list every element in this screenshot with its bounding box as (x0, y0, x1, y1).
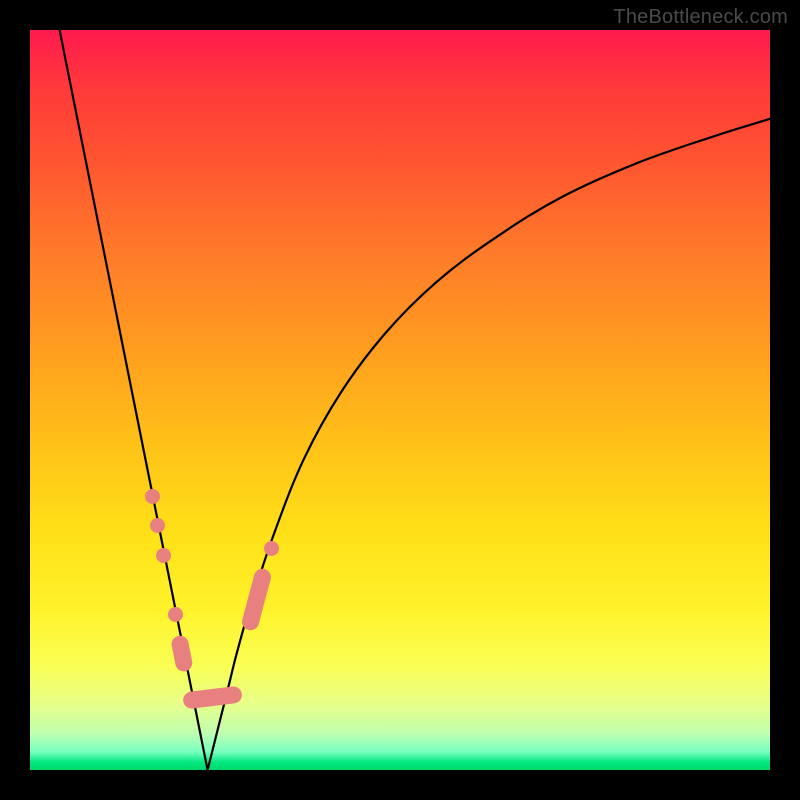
curve-marker (168, 607, 183, 622)
plot-area (30, 30, 770, 770)
curve-marker (145, 489, 160, 504)
curve-marker (156, 548, 171, 563)
curve-marker (264, 541, 279, 556)
curve-marker (150, 518, 165, 533)
right-curve (208, 119, 770, 770)
chart-frame: TheBottleneck.com (0, 0, 800, 800)
curve-layer (30, 30, 770, 770)
watermark-text: TheBottleneck.com (613, 6, 788, 29)
